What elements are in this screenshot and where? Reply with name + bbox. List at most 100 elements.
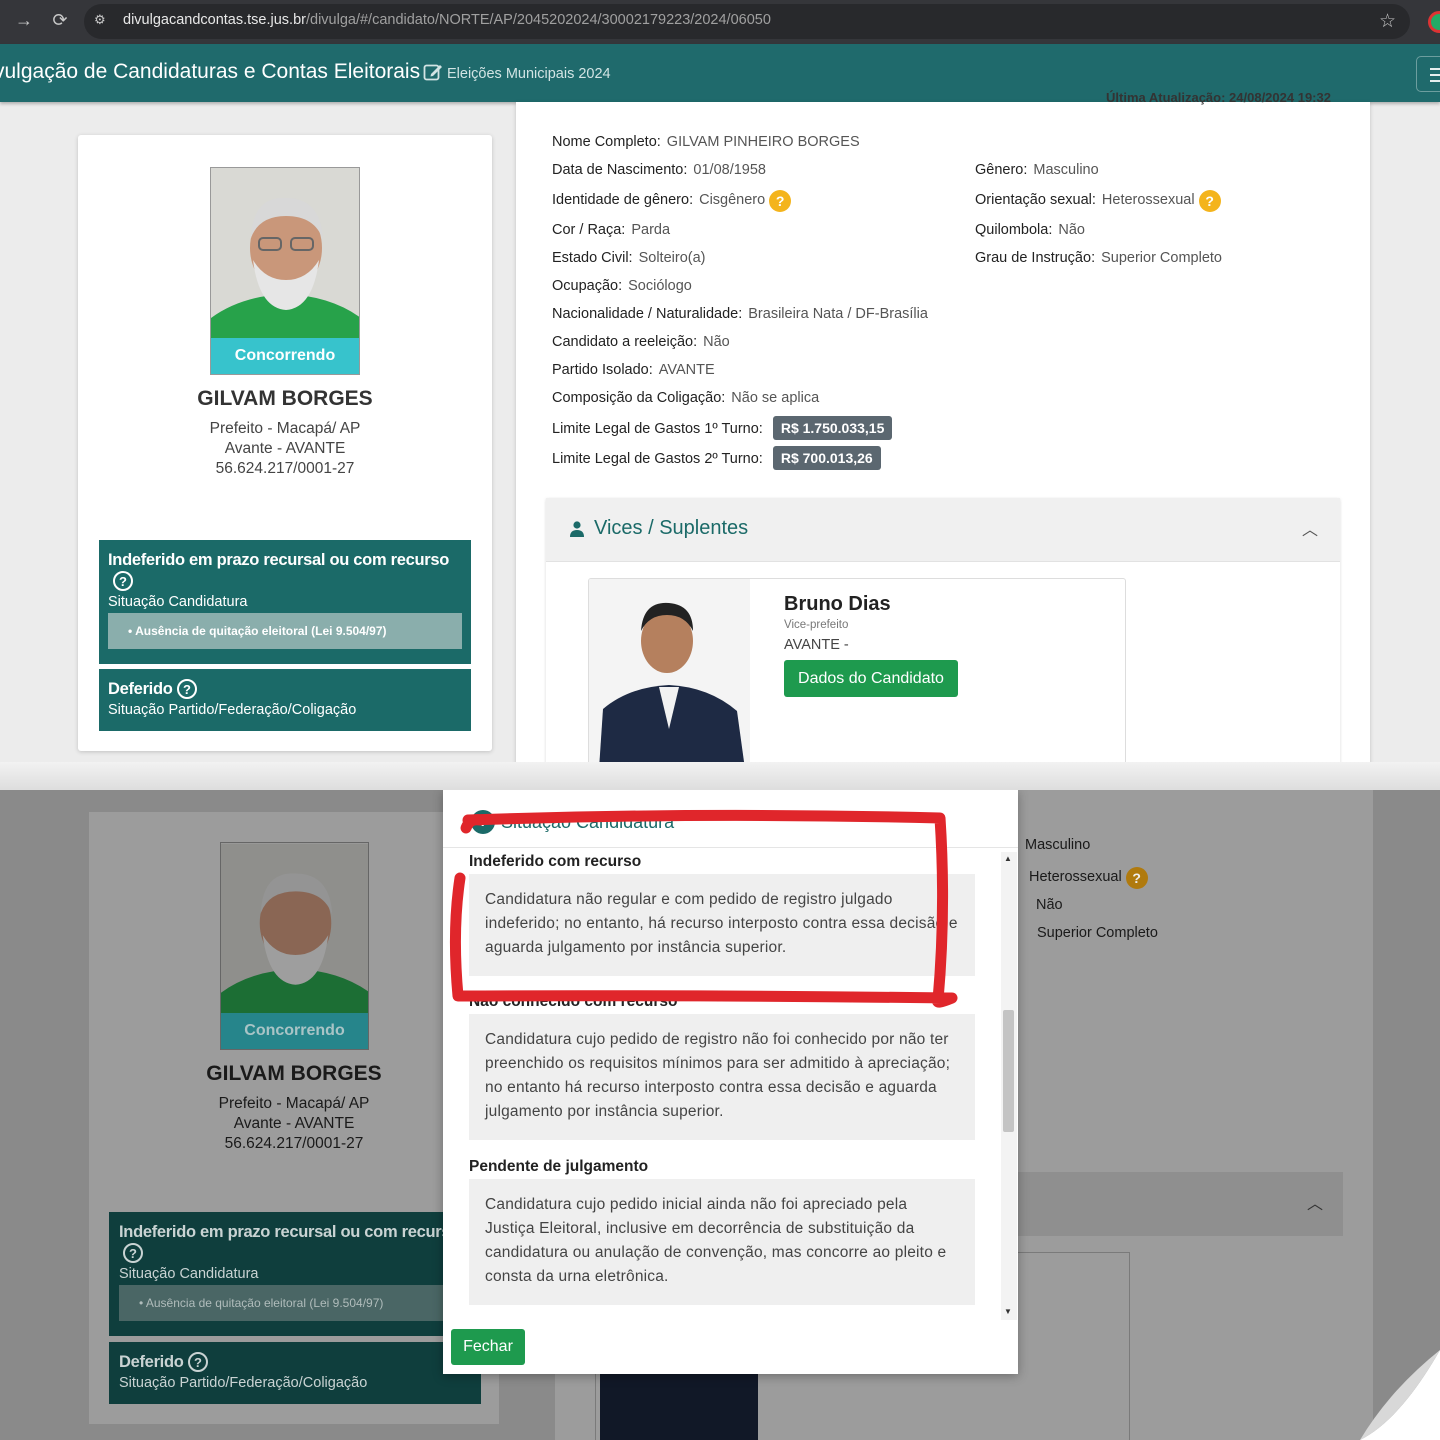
close-button[interactable]: Fechar (451, 1329, 525, 1365)
field-race: Cor / Raça: Parda (552, 222, 671, 238)
dimmed-party-label: Situação Partido/Federação/Coligação (119, 1375, 368, 1391)
field-occupation: Ocupação: Sociólogo (552, 278, 692, 294)
bookmark-star-icon[interactable]: ☆ (1379, 10, 1396, 33)
election-subtitle: Eleições Municipais 2024 (447, 66, 611, 82)
field-marital-status: Estado Civil: Solteiro(a) (552, 250, 706, 266)
dimmed-candidacy-status: Indeferido em prazo recursal ou com recu… (109, 1212, 481, 1336)
section-text: Candidatura cujo pedido inicial ainda nã… (469, 1179, 975, 1305)
dimmed-orientation-value: Heterossexual? (1029, 867, 1148, 889)
dimmed-vice-photo (600, 1373, 758, 1440)
party-status-label: Situação Partido/Federação/Coligação (108, 702, 357, 718)
bottom-screenshot: Concorrendo GILVAM BORGES Prefeito - Mac… (0, 790, 1440, 1440)
dimmed-education-value: Superior Completo (1037, 925, 1158, 941)
field-reelection: Candidato a reeleição: Não (552, 334, 730, 350)
vices-title: Vices / Suplentes (594, 517, 749, 539)
dimmed-chevron-up-icon: ︿ (1307, 1196, 1324, 1213)
field-spending-limit-1: Limite Legal de Gastos 1º Turno: R$ 1.750… (552, 416, 893, 440)
vice-role: Vice-prefeito (784, 619, 849, 631)
candidacy-status-title: Indeferido em prazo recursal ou com recu… (108, 551, 450, 569)
dimmed-help-icon: ? (187, 1352, 208, 1372)
vice-party: AVANTE - (784, 637, 849, 653)
dimmed-party-status: Deferido ? Situação Partido/Federação/Co… (109, 1342, 481, 1404)
status-help-modal: ? Situação Candidatura Indeferido com re… (443, 790, 1018, 1374)
scroll-up-icon[interactable]: ▲ (1004, 854, 1012, 863)
help-icon[interactable]: ? (769, 190, 792, 212)
candidacy-badge: Concorrendo (211, 338, 359, 374)
field-education: Grau de Instrução: Superior Completo (975, 250, 1222, 266)
section-title: Indeferido com recurso (469, 853, 642, 870)
dimmed-status-label: Situação Candidatura (119, 1266, 259, 1282)
candidate-profile-card: Concorrendo GILVAM BORGES Prefeito - Mac… (78, 135, 492, 751)
dimmed-help-icon: ? (1125, 867, 1148, 889)
help-circle-icon[interactable]: ? (113, 571, 133, 591)
candidacy-reason: • Ausência de quitação eleitoral (Lei 9.… (108, 613, 462, 649)
dimmed-profile-card: Concorrendo GILVAM BORGES Prefeito - Mac… (89, 812, 499, 1424)
dimmed-candidate-photo: Concorrendo (220, 842, 369, 1050)
person-icon (570, 521, 584, 537)
page-curl (1360, 1350, 1440, 1440)
address-bar[interactable]: ⚙ divulgacandcontas.tse.jus.br/divulga/#… (84, 4, 1410, 39)
party-status-box: Deferido ? Situação Partido/Federação/Co… (99, 669, 471, 731)
dimmed-candidate-office: Prefeito - Macapá/ AP (218, 1095, 370, 1112)
site-info-icon[interactable]: ⚙ (94, 12, 112, 30)
candidacy-status-label: Situação Candidatura (108, 594, 248, 610)
modal-title: Situação Candidatura (501, 812, 675, 832)
question-icon: ? (471, 810, 495, 834)
modal-body[interactable]: Indeferido com recurso Candidatura não r… (469, 852, 1001, 1320)
section-title: Pendente de julgamento (469, 1158, 649, 1175)
field-birth-date: Data de Nascimento: 01/08/1958 (552, 162, 766, 178)
scroll-down-icon[interactable]: ▼ (1004, 1307, 1012, 1316)
section-text: Candidatura não regular e com pedido de … (469, 874, 975, 976)
dimmed-candidacy-badge: Concorrendo (221, 1013, 368, 1049)
dimmed-candidate-cnpj: 56.624.217/0001-27 (224, 1135, 364, 1152)
edit-icon (423, 64, 442, 81)
dimmed-help-icon: ? (123, 1243, 143, 1263)
help-circle-icon[interactable]: ? (176, 679, 197, 699)
dimmed-gender-value: Masculino (1025, 837, 1091, 853)
help-icon[interactable]: ? (1198, 190, 1221, 212)
url-text: divulgacandcontas.tse.jus.br/divulga/#/c… (123, 12, 771, 28)
party-status-title: Deferido (108, 680, 173, 698)
field-gender-identity: Identidade de gênero: Cisgênero? (552, 190, 792, 212)
modal-scrollbar[interactable]: ▲ ▼ (1001, 852, 1017, 1320)
candidate-party: Avante - AVANTE (224, 440, 346, 457)
field-sexual-orientation: Orientação sexual: Heterossexual? (975, 190, 1221, 212)
dimmed-candidate-party: Avante - AVANTE (233, 1115, 355, 1132)
candidacy-status-box: Indeferido em prazo recursal ou com recu… (99, 540, 471, 664)
vice-portrait (589, 579, 750, 769)
dimmed-party-title: Deferido (119, 1353, 184, 1371)
last-update: Última Atualização: 24/08/2024 19:32 (1106, 90, 1331, 105)
candidate-office: Prefeito - Macapá/ AP (209, 420, 361, 437)
candidate-name: GILVAM BORGES (197, 387, 373, 410)
field-full-name: Nome Completo: GILVAM PINHEIRO BORGES (552, 134, 860, 150)
browser-toolbar: → ⟳ ⚙ divulgacandcontas.tse.jus.br/divul… (0, 0, 1440, 44)
field-nationality: Nacionalidade / Naturalidade: Brasileira … (552, 306, 928, 322)
vices-panel: Vices / Suplentes ︿ Bruno Dias Vice-pref… (546, 498, 1340, 770)
hamburger-menu-icon[interactable] (1416, 56, 1440, 92)
forward-icon[interactable]: → (12, 10, 36, 31)
candidate-photo: Concorrendo (210, 167, 360, 375)
candidate-cnpj: 56.624.217/0001-27 (215, 460, 355, 477)
reload-icon[interactable]: ⟳ (48, 10, 72, 31)
scroll-thumb[interactable] (1003, 1010, 1014, 1132)
section-text: Candidatura cujo pedido de registro não … (469, 1014, 975, 1140)
field-party: Partido Isolado: AVANTE (552, 362, 715, 378)
extension-icon[interactable] (1428, 11, 1440, 33)
dimmed-candidate-name: GILVAM BORGES (206, 1062, 382, 1085)
app-title: vulgação de Candidaturas e Contas Eleito… (0, 60, 421, 83)
candidate-data-button[interactable]: Dados do Candidato (784, 660, 958, 697)
field-gender: Gênero: Masculino (975, 162, 1099, 178)
screenshot-divider (0, 762, 1440, 792)
vice-photo (589, 579, 750, 769)
section-title: Não conhecido com recurso (469, 993, 678, 1010)
vice-name: Bruno Dias (784, 593, 891, 615)
dimmed-status-reason: • Ausência de quitação eleitoral (Lei 9.… (119, 1285, 479, 1321)
vices-panel-header[interactable]: Vices / Suplentes ︿ (546, 498, 1340, 562)
field-spending-limit-2: Limite Legal de Gastos 2º Turno: R$ 700.0… (552, 446, 881, 470)
dimmed-status-title: Indeferido em prazo recursal ou com recu… (119, 1223, 461, 1241)
dimmed-quilombola-value: Não (1036, 897, 1063, 913)
chevron-up-icon[interactable]: ︿ (1302, 516, 1318, 540)
modal-header: ? Situação Candidatura (443, 790, 1018, 848)
vice-candidate-card: Bruno Dias Vice-prefeito AVANTE - Dados … (588, 578, 1126, 770)
field-coalition: Composição da Coligação: Não se aplica (552, 390, 820, 406)
